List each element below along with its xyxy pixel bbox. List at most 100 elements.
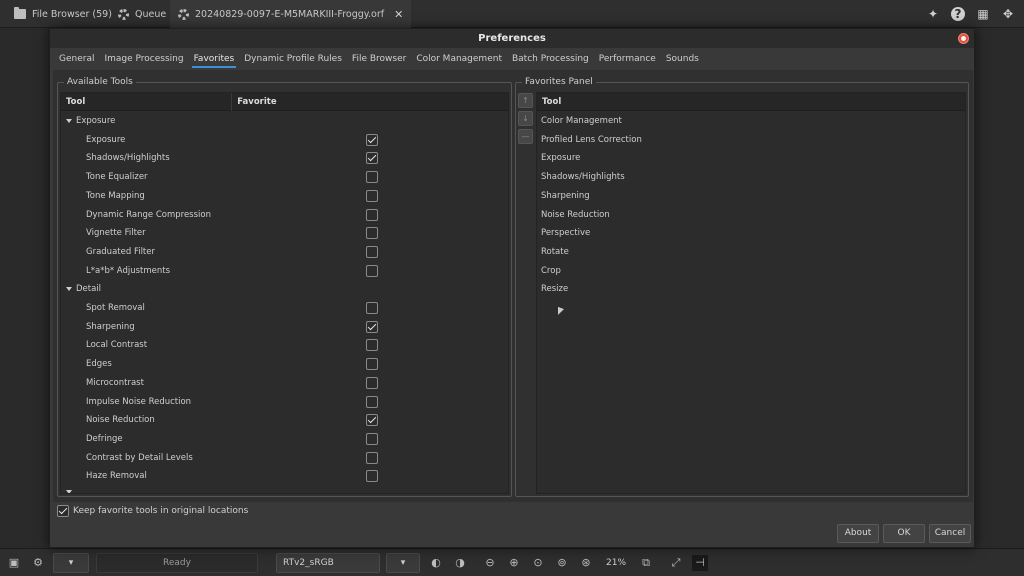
tree-row[interactable]: Dynamic Range Compression	[61, 206, 508, 225]
expand-arrow-icon[interactable]	[66, 119, 72, 123]
zoom-fit-icon[interactable]: ⊚	[554, 555, 570, 571]
column-tool[interactable]: Tool	[61, 93, 233, 111]
tab-performance[interactable]: Performance	[594, 49, 661, 69]
move-up-button[interactable]: ↑	[518, 93, 533, 108]
favorite-checkbox[interactable]	[366, 227, 378, 240]
favorite-checkbox[interactable]	[366, 358, 378, 371]
favorite-checkbox[interactable]	[366, 414, 378, 427]
save-icon[interactable]: ▣	[6, 555, 22, 571]
tree-row[interactable]: Edges	[61, 355, 508, 374]
tree-row[interactable]: Spot Removal	[61, 299, 508, 318]
favorite-checkbox[interactable]	[366, 470, 378, 483]
favorites-list[interactable]: Tool Color Management Profiled Lens Corre…	[536, 92, 966, 494]
favorite-checkbox[interactable]	[366, 302, 378, 314]
tab-file-browser[interactable]: File Browser (59)	[6, 0, 120, 28]
tree-group-label: Detail	[76, 284, 102, 295]
dialog-close-button[interactable]	[958, 33, 969, 44]
favorite-checkbox[interactable]	[366, 376, 378, 389]
tool-name: L*a*b* Adjustments	[86, 265, 171, 276]
tab-general[interactable]: General	[54, 49, 99, 69]
qr-icon[interactable]: ▦	[976, 7, 990, 21]
list-item[interactable]: Sharpening	[537, 187, 965, 206]
ok-button[interactable]: OK	[883, 524, 925, 543]
list-item[interactable]: Color Management	[537, 112, 965, 131]
available-tools-frame: Available Tools Tool Favorite Exposure Ex…	[57, 77, 512, 497]
keep-original-option[interactable]: Keep favorite tools in original location…	[57, 505, 248, 517]
queue-dropdown[interactable]: ▾	[53, 553, 89, 573]
favorite-checkbox[interactable]	[366, 451, 378, 464]
tab-sounds[interactable]: Sounds	[661, 49, 704, 69]
tool-name: Sharpening	[86, 321, 135, 332]
tree-row[interactable]: Shadows/Highlights	[61, 149, 508, 168]
zoom-100-icon[interactable]: ⊙	[530, 555, 546, 571]
tab-file-browser[interactable]: File Browser	[347, 49, 411, 69]
favorite-checkbox[interactable]	[366, 395, 378, 408]
favorite-checkbox[interactable]	[366, 432, 378, 445]
favorite-checkbox[interactable]	[366, 189, 378, 202]
favorite-checkbox[interactable]	[366, 320, 378, 333]
magic-wand-icon[interactable]: ✦	[926, 7, 940, 21]
new-window-icon[interactable]: ⧉	[638, 555, 654, 571]
list-item[interactable]: Resize	[537, 280, 965, 299]
tree-row[interactable]: Tone Equalizer	[61, 168, 508, 187]
favorite-checkbox[interactable]	[366, 171, 378, 184]
help-icon[interactable]: ?	[951, 7, 965, 21]
intent-dropdown[interactable]: ▾	[386, 553, 420, 573]
close-icon[interactable]: ✕	[394, 8, 403, 21]
remove-button[interactable]: —	[518, 129, 533, 144]
list-item[interactable]: Noise Reduction	[537, 206, 965, 225]
move-icon[interactable]: ✥	[1001, 7, 1015, 21]
tree-row[interactable]: Local Contrast	[61, 336, 508, 355]
cancel-button[interactable]: Cancel	[929, 524, 971, 543]
list-item[interactable]: Perspective	[537, 224, 965, 243]
gamut-icon[interactable]: ◐	[428, 555, 444, 571]
tab-image-processing[interactable]: Image Processing	[99, 49, 188, 69]
tree-group-exposure[interactable]: Exposure	[61, 112, 508, 131]
tree-row[interactable]: Microcontrast	[61, 374, 508, 393]
tab-color-management[interactable]: Color Management	[411, 49, 507, 69]
list-item[interactable]: Profiled Lens Correction	[537, 131, 965, 150]
panel-toggle-icon[interactable]: ⊣	[692, 555, 708, 571]
tab-batch-processing[interactable]: Batch Processing	[507, 49, 594, 69]
gear-small-icon[interactable]: ⚙	[30, 555, 46, 571]
tool-name: Shadows/Highlights	[86, 153, 170, 164]
list-item[interactable]: Exposure	[537, 149, 965, 168]
favorite-checkbox[interactable]	[366, 245, 378, 258]
favorite-checkbox[interactable]	[366, 208, 378, 221]
tree-row[interactable]: Sharpening	[61, 318, 508, 337]
move-down-button[interactable]: ↓	[518, 111, 533, 126]
output-profile-select[interactable]: RTv2_sRGB	[276, 553, 380, 573]
zoom-in-icon[interactable]: ⊕	[506, 555, 522, 571]
tree-row[interactable]: Contrast by Detail Levels	[61, 449, 508, 468]
tree-group-detail[interactable]: Detail	[61, 280, 508, 299]
list-item[interactable]: Shadows/Highlights	[537, 168, 965, 187]
zoom-fit-crop-icon[interactable]: ⊛	[578, 555, 594, 571]
tab-editor[interactable]: 20240829-0097-E-M5MARKIII-Froggy.orf ✕	[170, 0, 412, 28]
list-item[interactable]: Crop	[537, 262, 965, 281]
about-button[interactable]: About	[837, 524, 879, 543]
favorite-checkbox[interactable]	[366, 264, 378, 277]
favorite-checkbox[interactable]	[366, 152, 378, 165]
keep-original-checkbox[interactable]	[57, 505, 69, 517]
favorite-checkbox[interactable]	[366, 339, 378, 352]
fullscreen-icon[interactable]: ⤢	[668, 555, 684, 571]
favorite-checkbox[interactable]	[366, 133, 378, 146]
tree-row[interactable]: Impulse Noise Reduction	[61, 393, 508, 412]
zoom-out-icon[interactable]: ⊖	[482, 555, 498, 571]
tree-row[interactable]: Graduated Filter	[61, 243, 508, 262]
softproof-icon[interactable]: ◑	[452, 555, 468, 571]
list-item[interactable]: Rotate	[537, 243, 965, 262]
tab-favorites[interactable]: Favorites	[189, 49, 240, 69]
favorites-column-tool[interactable]: Tool	[537, 93, 965, 111]
tree-row[interactable]: Noise Reduction	[61, 411, 508, 430]
tab-dynamic-profile-rules[interactable]: Dynamic Profile Rules	[239, 49, 347, 69]
tree-row[interactable]: Exposure	[61, 131, 508, 150]
tree-row[interactable]: Defringe	[61, 430, 508, 449]
tree-row[interactable]: L*a*b* Adjustments	[61, 262, 508, 281]
expand-arrow-icon[interactable]	[66, 287, 72, 292]
tree-row[interactable]: Vignette Filter	[61, 224, 508, 243]
available-tools-tree[interactable]: Tool Favorite Exposure Exposure Shadows/Hi…	[60, 92, 509, 494]
tab-queue[interactable]: Queue	[110, 0, 174, 28]
column-favorite[interactable]: Favorite	[232, 93, 508, 111]
tree-row[interactable]: Tone Mapping	[61, 187, 508, 206]
